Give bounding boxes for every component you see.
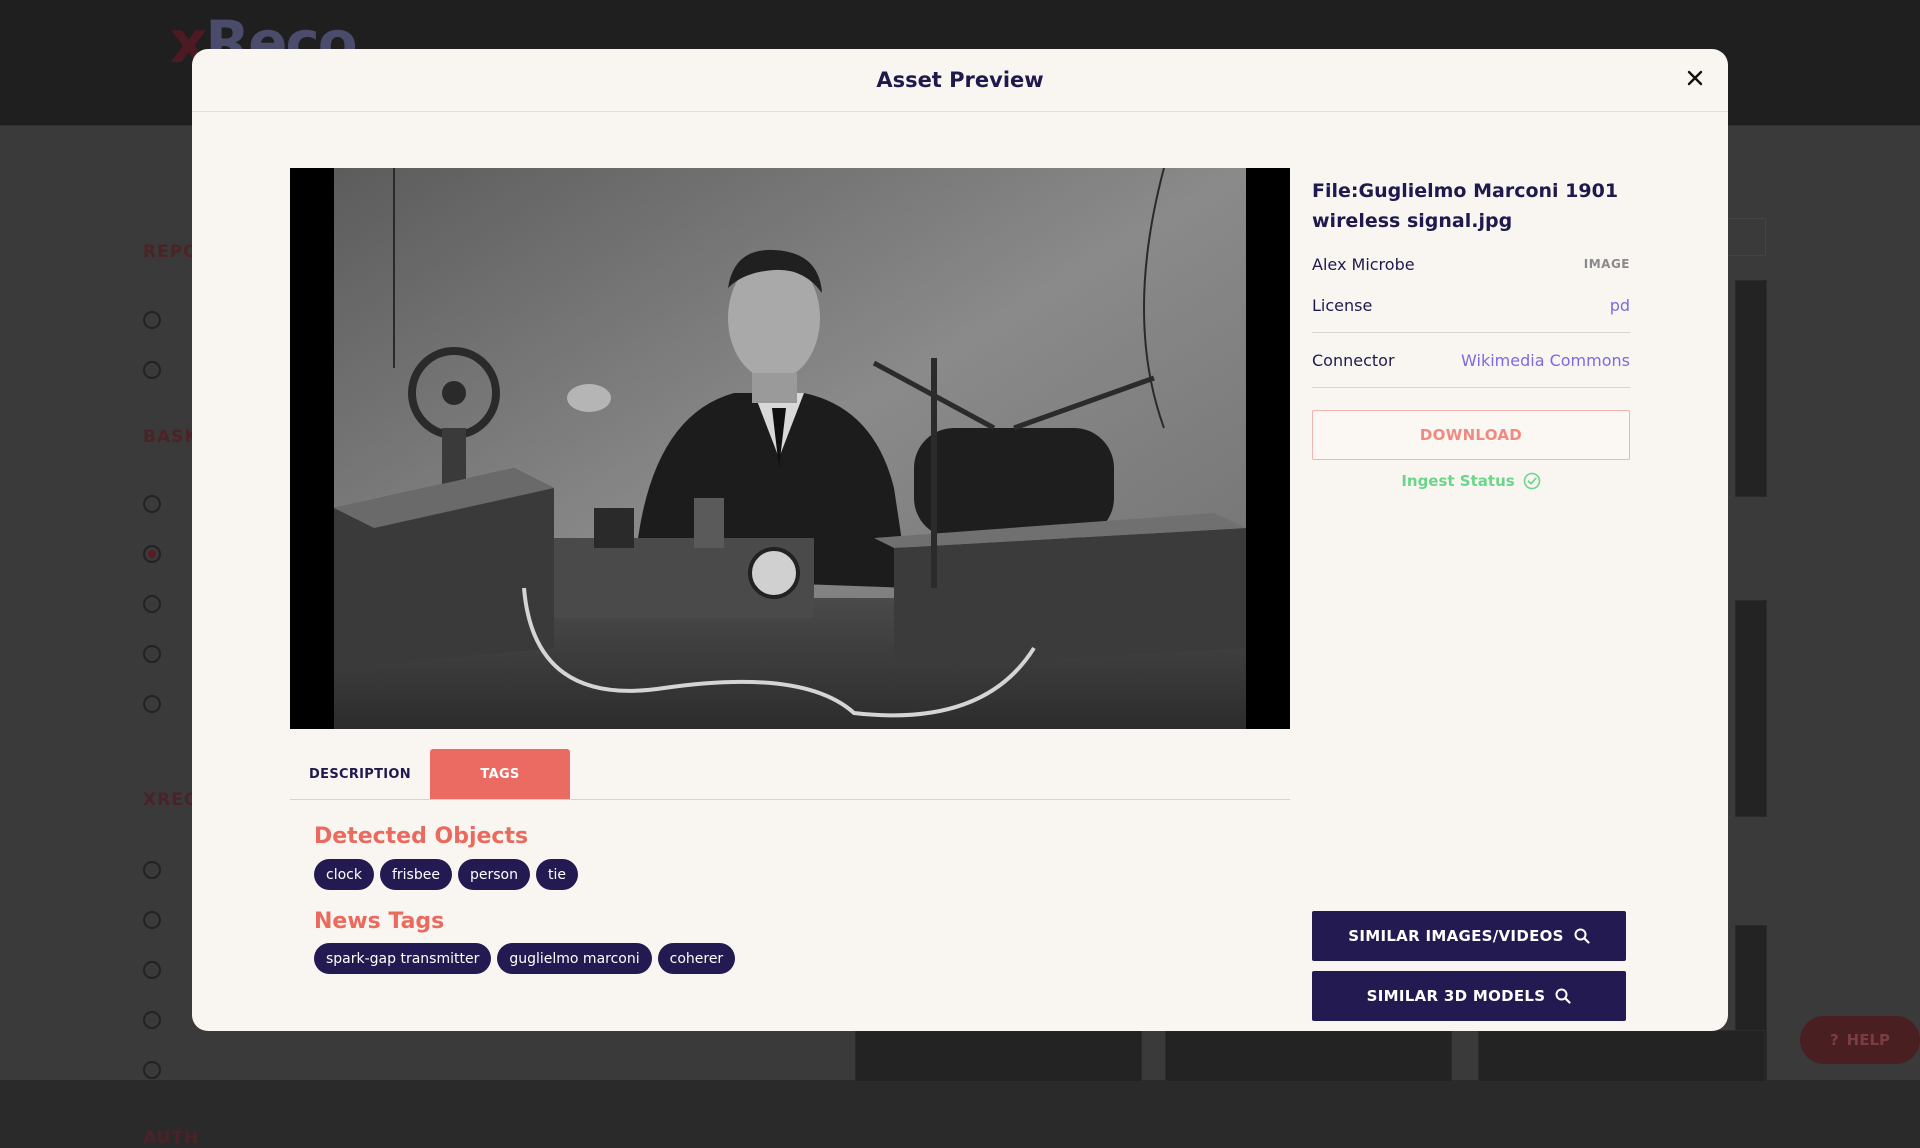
connector-link[interactable]: Wikimedia Commons bbox=[1461, 351, 1630, 370]
similar-3d-label: SIMILAR 3D MODELS bbox=[1366, 987, 1546, 1005]
image-viewer bbox=[290, 168, 1290, 729]
sidebar-radio[interactable] bbox=[143, 311, 161, 329]
tag-chip[interactable]: person bbox=[457, 859, 530, 890]
tab-label: TAGS bbox=[480, 766, 520, 782]
asset-preview-modal: Asset Preview DESCRIPTION TAGS Detected … bbox=[192, 49, 1728, 1031]
sidebar-radio[interactable] bbox=[143, 361, 161, 379]
tab-bar: DESCRIPTION TAGS bbox=[290, 749, 1290, 800]
similar-images-videos-button[interactable]: SIMILAR IMAGES/VIDEOS bbox=[1312, 911, 1626, 961]
modal-header: Asset Preview bbox=[192, 49, 1728, 112]
close-button[interactable] bbox=[1680, 63, 1710, 93]
tag-chip[interactable]: guglielmo marconi bbox=[497, 943, 652, 974]
filter-sidebar: REPO BASK XREC AUTH bbox=[0, 125, 198, 1148]
help-icon: ? bbox=[1829, 1031, 1839, 1049]
sidebar-radio[interactable] bbox=[143, 495, 161, 513]
search-icon bbox=[1555, 988, 1571, 1004]
result-card[interactable] bbox=[855, 1030, 1142, 1082]
news-tags-list: spark-gap transmitter guglielmo marconi … bbox=[314, 943, 736, 974]
modal-title: Asset Preview bbox=[876, 68, 1044, 92]
tag-chip[interactable]: tie bbox=[535, 859, 578, 890]
similar-3d-models-button[interactable]: SIMILAR 3D MODELS bbox=[1312, 971, 1626, 1021]
search-icon bbox=[1574, 928, 1590, 944]
connector-row: Connector Wikimedia Commons bbox=[1312, 333, 1630, 388]
asset-info-panel: File:Guglielmo Marconi 1901 wireless sig… bbox=[1312, 168, 1630, 490]
sidebar-radio[interactable] bbox=[143, 645, 161, 663]
sidebar-radio[interactable] bbox=[143, 1011, 161, 1029]
similar-images-label: SIMILAR IMAGES/VIDEOS bbox=[1348, 927, 1564, 945]
sidebar-radio[interactable] bbox=[143, 1061, 161, 1079]
license-link[interactable]: pd bbox=[1610, 296, 1630, 315]
help-button[interactable]: ? HELP bbox=[1800, 1016, 1920, 1064]
license-row: License pd bbox=[1312, 278, 1630, 333]
result-card[interactable] bbox=[1478, 1030, 1765, 1082]
ingest-status-label: Ingest Status bbox=[1401, 472, 1515, 490]
help-label: HELP bbox=[1846, 1031, 1891, 1049]
sidebar-radio[interactable] bbox=[143, 695, 161, 713]
asset-file-title: File:Guglielmo Marconi 1901 wireless sig… bbox=[1312, 180, 1619, 232]
download-button[interactable]: DOWNLOAD bbox=[1312, 410, 1630, 460]
sidebar-section-heading: AUTH bbox=[143, 1128, 200, 1148]
tab-tags[interactable]: TAGS bbox=[430, 749, 570, 799]
connector-label: Connector bbox=[1312, 350, 1395, 370]
result-card[interactable] bbox=[1165, 1030, 1452, 1082]
tab-description[interactable]: DESCRIPTION bbox=[290, 749, 430, 799]
tab-label: DESCRIPTION bbox=[309, 766, 411, 782]
detected-objects-heading: Detected Objects bbox=[314, 824, 529, 849]
result-card[interactable] bbox=[1735, 280, 1767, 497]
result-card[interactable] bbox=[1735, 600, 1767, 817]
sidebar-radio[interactable] bbox=[143, 595, 161, 613]
check-circle-icon bbox=[1523, 472, 1540, 490]
ingest-status: Ingest Status bbox=[1312, 472, 1630, 490]
detected-objects-list: clock frisbee person tie bbox=[314, 859, 578, 890]
asset-image[interactable] bbox=[334, 168, 1246, 729]
tag-chip[interactable]: clock bbox=[314, 859, 374, 890]
news-tags-heading: News Tags bbox=[314, 909, 445, 934]
sidebar-section-heading: REPO bbox=[143, 242, 199, 262]
tag-chip[interactable]: spark-gap transmitter bbox=[314, 943, 492, 974]
sidebar-radio[interactable] bbox=[143, 961, 161, 979]
asset-author: Alex Microbe bbox=[1312, 254, 1415, 274]
asset-type-badge: IMAGE bbox=[1583, 257, 1630, 271]
download-label: DOWNLOAD bbox=[1419, 426, 1523, 444]
tag-chip[interactable]: frisbee bbox=[379, 859, 452, 890]
sidebar-section-heading: BASK bbox=[143, 427, 199, 447]
sidebar-radio-selected[interactable] bbox=[143, 545, 161, 563]
sidebar-section-heading: XREC bbox=[143, 790, 198, 810]
sidebar-radio[interactable] bbox=[143, 911, 161, 929]
asset-meta-row: Alex Microbe IMAGE bbox=[1312, 250, 1630, 278]
tag-chip[interactable]: coherer bbox=[657, 943, 736, 974]
sidebar-radio[interactable] bbox=[143, 861, 161, 879]
close-icon bbox=[1687, 70, 1703, 86]
license-label: License bbox=[1312, 295, 1373, 315]
